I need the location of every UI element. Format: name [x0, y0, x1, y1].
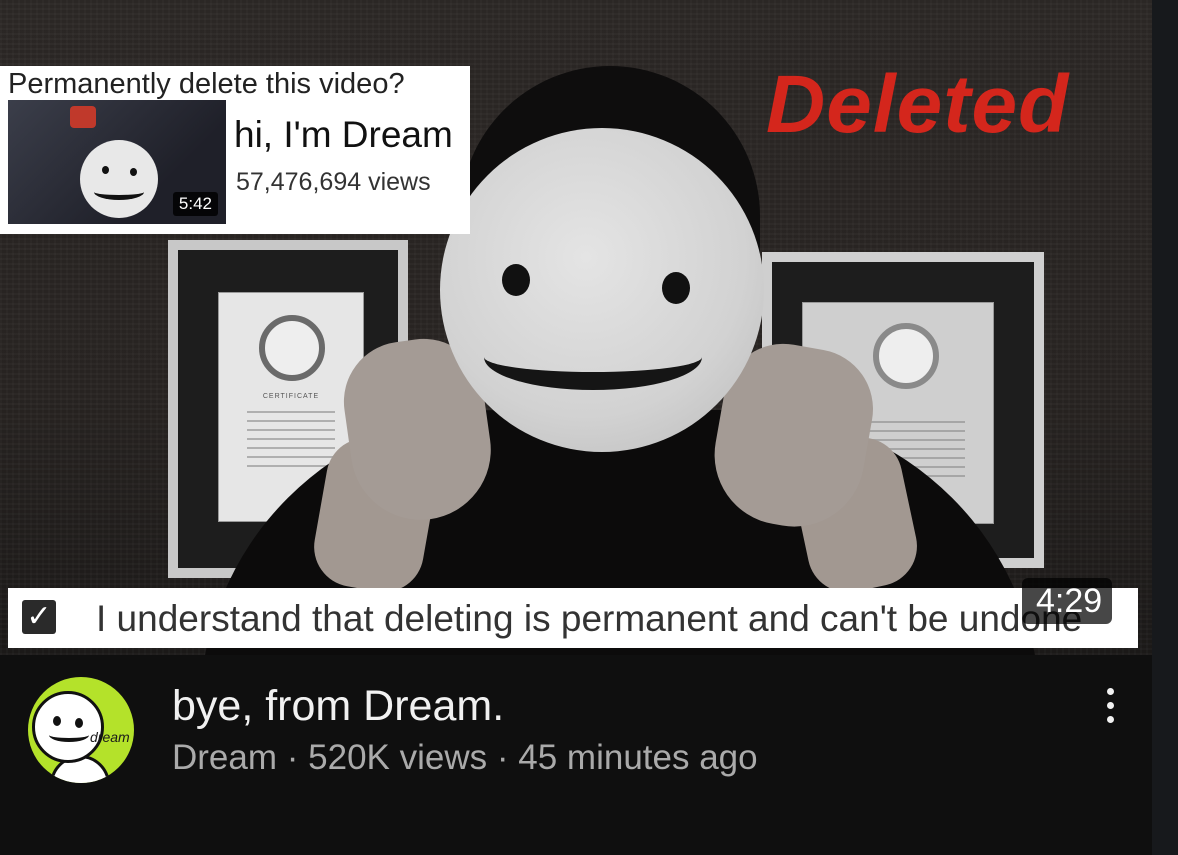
meta-separator: · — [496, 738, 509, 777]
certificate-text-lines — [247, 411, 335, 471]
more-dot — [1107, 716, 1114, 723]
checkbox-checked-icon: ✓ — [22, 600, 56, 634]
avatar-smiley-face — [32, 691, 104, 763]
more-dot — [1107, 688, 1114, 695]
avatar-smile — [49, 728, 89, 742]
mask-eye-right — [662, 272, 690, 304]
dialog-video-views: 57,476,694 views — [236, 168, 431, 196]
meta-separator: · — [286, 738, 299, 777]
deleted-overlay-text: Deleted — [766, 59, 1070, 150]
video-thumbnail[interactable]: CERTIFICATE Deleted Permanently delete t… — [0, 0, 1152, 655]
mask-eye-left — [502, 264, 530, 296]
mini-eye-left — [102, 166, 109, 174]
mini-smile — [94, 184, 144, 200]
scrollbar-track[interactable] — [1152, 0, 1178, 855]
video-card-page: CERTIFICATE Deleted Permanently delete t… — [0, 0, 1178, 855]
certificate-label: CERTIFICATE — [262, 393, 320, 400]
delete-confirm-label: I understand that deleting is permanent … — [96, 598, 1083, 639]
dialog-video-title: hi, I'm Dream — [234, 114, 453, 155]
mini-logo-icon — [70, 106, 96, 128]
avatar-eye-right — [75, 718, 83, 728]
delete-dialog-overlay: Permanently delete this video? 5:42 hi, … — [0, 66, 470, 234]
delete-dialog-title: Permanently delete this video? — [8, 68, 405, 100]
video-duration-badge: 4:29 — [1022, 578, 1113, 624]
dialog-video-duration: 5:42 — [172, 192, 218, 216]
avatar-logo-word: dream — [90, 729, 130, 745]
upload-age: 45 minutes ago — [518, 738, 758, 777]
more-vert-icon[interactable] — [1096, 684, 1126, 728]
view-count: 520K views — [308, 738, 488, 777]
more-dot — [1107, 702, 1114, 709]
smiley-mask — [440, 128, 764, 452]
mini-eye-right — [130, 168, 137, 176]
channel-avatar[interactable]: dream — [28, 677, 134, 783]
video-meta: Dream · 520K views · 45 minutes ago — [172, 738, 758, 778]
dialog-video-thumbnail: 5:42 — [8, 100, 226, 224]
channel-name[interactable]: Dream — [172, 738, 277, 777]
mini-smiley-mask — [80, 140, 158, 218]
avatar-eye-left — [53, 716, 61, 726]
world-records-seal-icon — [873, 323, 939, 389]
delete-confirm-strip: ✓ I understand that deleting is permanen… — [8, 588, 1138, 648]
world-records-seal-icon — [259, 315, 325, 381]
video-title[interactable]: bye, from Dream. — [172, 682, 504, 731]
mask-smile — [484, 324, 702, 390]
